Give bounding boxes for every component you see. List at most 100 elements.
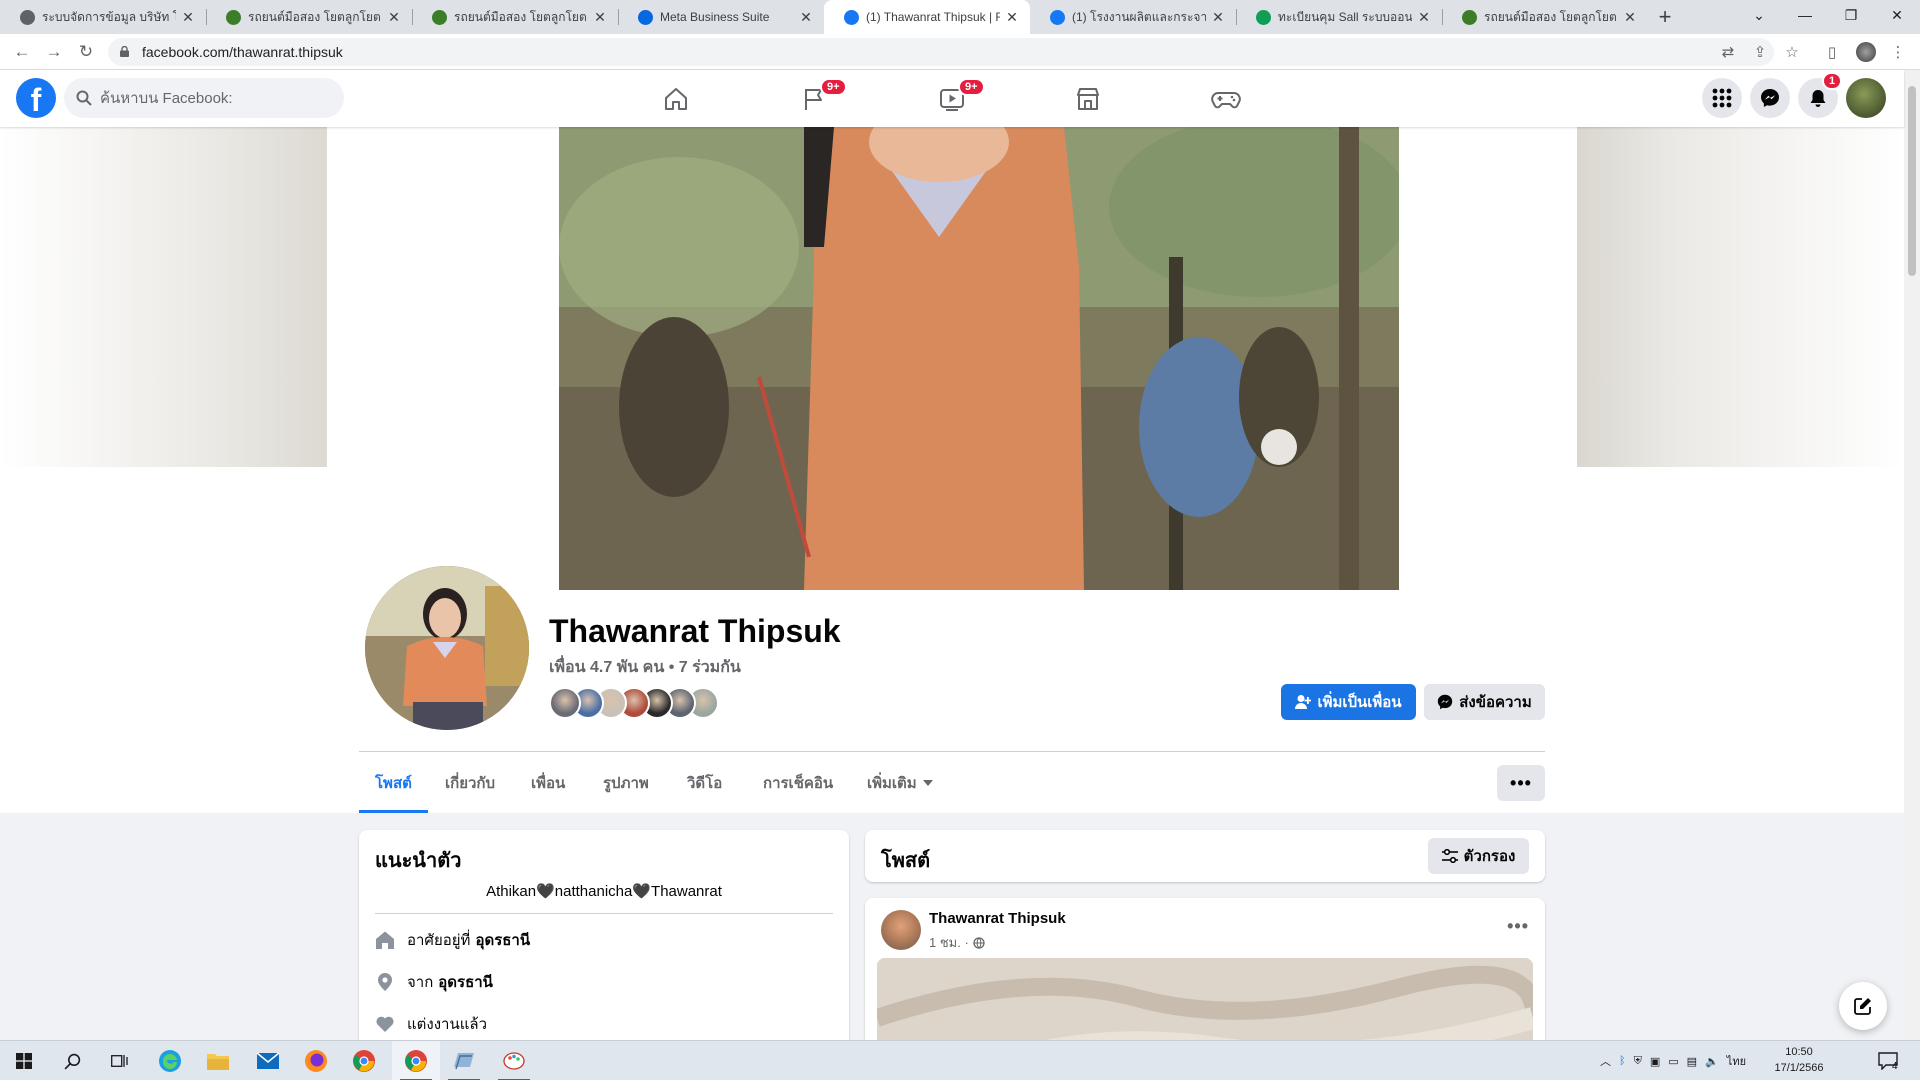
scrollbar-thumb[interactable] (1908, 86, 1916, 276)
minimize-button[interactable]: — (1782, 0, 1828, 30)
taskbar-file-explorer[interactable] (194, 1041, 242, 1080)
page-scrollbar[interactable] (1904, 70, 1920, 1040)
back-button[interactable]: ← (10, 40, 34, 64)
intro-from-value[interactable]: อุดรธานี (438, 970, 493, 994)
tab-close-icon[interactable]: ✕ (1004, 9, 1020, 25)
location-pin-icon (378, 973, 392, 991)
lock-icon (120, 46, 129, 57)
chrome-profile-avatar[interactable] (1856, 42, 1876, 62)
browser-tab[interactable]: รถยนต์มือสอง โยตลูกโยต อุดร ✕ (206, 0, 412, 34)
account-avatar[interactable] (1846, 78, 1886, 118)
post-image[interactable] (877, 958, 1533, 1040)
tab-close-icon[interactable]: ✕ (386, 9, 402, 25)
intro-lives-in-value[interactable]: อุดรธานี (475, 928, 530, 952)
notifications-button[interactable]: 1 (1798, 72, 1843, 118)
friends-count[interactable]: เพื่อน 4.7 พัน คน • 7 ร่วมกัน (549, 655, 741, 680)
taskbar-edge[interactable] (146, 1041, 194, 1080)
nav-home[interactable] (620, 70, 732, 127)
taskbar-firefox[interactable] (292, 1041, 340, 1080)
taskbar-app-window[interactable] (440, 1041, 488, 1080)
nav-pages[interactable]: 9+ (758, 70, 870, 127)
tab-favicon-icon (1050, 10, 1065, 25)
taskbar-paint[interactable] (490, 1041, 538, 1080)
tab-close-icon[interactable]: ✕ (1210, 9, 1226, 25)
messenger-button[interactable] (1750, 78, 1790, 118)
bookmark-star-icon[interactable]: ☆ (1782, 42, 1802, 62)
side-panel-icon[interactable]: ▯ (1822, 42, 1842, 62)
tray-chevron-up-icon[interactable]: ︿ (1600, 1053, 1611, 1069)
tab-close-icon[interactable]: ✕ (1622, 9, 1638, 25)
taskbar-mail[interactable] (244, 1041, 292, 1080)
close-window-button[interactable]: ✕ (1874, 0, 1920, 30)
action-center-button[interactable]: 4 (1864, 1041, 1912, 1080)
post-author-name[interactable]: Thawanrat Thipsuk (929, 910, 1066, 927)
chrome-menu-icon[interactable]: ⋮ (1888, 42, 1908, 62)
browser-tab[interactable]: รถยนต์มือสอง โยตลูกโยต อุดร ✕ (1442, 0, 1648, 34)
taskbar-chrome[interactable] (340, 1041, 388, 1080)
tray-app-icon[interactable]: ▣ (1650, 1055, 1660, 1068)
browser-tab[interactable]: ทะเบียนคุม Sall ระบบออนไลน์ ✕ (1236, 0, 1442, 34)
tab-posts[interactable]: โพสต์ (359, 753, 428, 813)
profile-name: Thawanrat Thipsuk (549, 613, 841, 649)
browser-tab[interactable]: (1) โรงงานผลิตและกระจายรถย ✕ (1030, 0, 1236, 34)
tab-favicon-icon (226, 10, 241, 25)
browser-tab[interactable]: ระบบจัดการข้อมูล บริษัท โยตลูก ✕ (0, 0, 206, 34)
clock-time: 10:50 (1785, 1046, 1813, 1058)
tab-about[interactable]: เกี่ยวกับ (429, 753, 511, 813)
profile-picture[interactable] (361, 562, 533, 734)
nav-marketplace[interactable] (1032, 70, 1144, 127)
system-clock[interactable]: 10:50 17/1/2566 (1764, 1044, 1834, 1076)
restore-button[interactable]: ❐ (1828, 0, 1874, 30)
intro-divider (375, 913, 833, 914)
tab-search-icon[interactable]: ⌄ (1736, 0, 1782, 30)
taskbar-search-button[interactable] (48, 1041, 96, 1080)
tab-checkins[interactable]: การเช็คอิน (747, 753, 849, 813)
tab-more[interactable]: เพิ่มเติม (851, 753, 949, 813)
task-view-button[interactable] (96, 1041, 144, 1080)
taskbar-chrome-profile[interactable] (392, 1041, 440, 1080)
add-friend-button[interactable]: เพิ่มเป็นเพื่อน (1281, 684, 1416, 720)
address-bar[interactable]: facebook.com/thawanrat.thipsuk (108, 38, 1774, 66)
cover-photo[interactable] (559, 127, 1399, 590)
intro-lives-in: อาศัยอยู่ที่ อุดรธานี (375, 928, 530, 952)
translate-icon[interactable]: ⇄ (1718, 42, 1738, 62)
post-card: Thawanrat Thipsuk 1 ชม. · ••• (865, 898, 1545, 1040)
tab-close-icon[interactable]: ✕ (798, 9, 814, 25)
message-button[interactable]: ส่งข้อความ (1424, 684, 1545, 720)
facebook-logo[interactable]: f (16, 78, 56, 118)
post-author-avatar[interactable] (881, 910, 921, 950)
post-time[interactable]: 1 ชม. · (929, 932, 969, 953)
post-more-button[interactable]: ••• (1507, 916, 1529, 937)
network-icon[interactable]: ▤ (1687, 1055, 1697, 1068)
tab-close-icon[interactable]: ✕ (1416, 9, 1432, 25)
start-button[interactable] (0, 1041, 48, 1080)
volume-icon[interactable]: 🔈 (1705, 1055, 1719, 1068)
browser-tab[interactable]: (1) Thawanrat Thipsuk | Fa ✕ (824, 0, 1030, 34)
security-shield-icon[interactable]: ⛨ (1634, 1055, 1642, 1068)
input-language[interactable]: ไทย (1727, 1052, 1746, 1070)
new-tab-button[interactable]: + (1648, 0, 1682, 34)
reload-button[interactable]: ↻ (74, 40, 98, 64)
mutual-friend-avatar[interactable] (549, 687, 581, 719)
forward-button[interactable]: → (42, 40, 66, 64)
tab-close-icon[interactable]: ✕ (180, 9, 196, 25)
grid-menu-icon (1712, 88, 1732, 108)
filter-button[interactable]: ตัวกรอง (1428, 838, 1529, 874)
tab-friends[interactable]: เพื่อน (515, 753, 581, 813)
facebook-search-input[interactable]: ค้นหาบน Facebook: (64, 78, 344, 118)
bluetooth-icon[interactable]: ᛒ (1619, 1055, 1626, 1067)
nav-gaming[interactable] (1170, 70, 1282, 127)
display-icon[interactable]: ▭ (1668, 1055, 1678, 1068)
tab-photos[interactable]: รูปภาพ (587, 753, 665, 813)
tab-title: (1) Thawanrat Thipsuk | Fa (866, 10, 1000, 24)
share-icon[interactable]: ⇪ (1750, 42, 1770, 62)
tab-close-icon[interactable]: ✕ (592, 9, 608, 25)
search-icon (63, 1053, 80, 1070)
menu-button[interactable] (1702, 78, 1742, 118)
nav-watch[interactable]: 9+ (896, 70, 1008, 127)
browser-tab[interactable]: Meta Business Suite ✕ (618, 0, 824, 34)
new-message-button[interactable] (1839, 982, 1887, 1030)
tab-videos[interactable]: วิดีโอ (671, 753, 738, 813)
profile-more-button[interactable]: ••• (1497, 765, 1545, 801)
browser-tab[interactable]: รถยนต์มือสอง โยตลูกโยต อุดร ✕ (412, 0, 618, 34)
